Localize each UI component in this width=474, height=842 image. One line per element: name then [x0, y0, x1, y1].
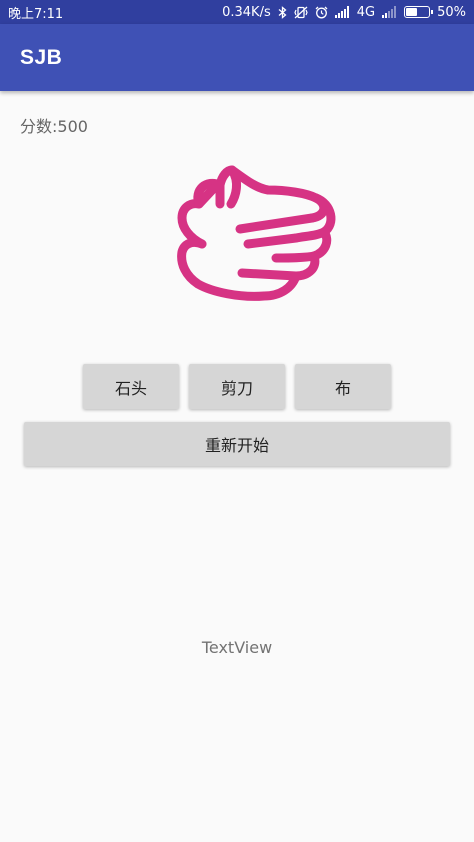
rock-button[interactable]: 石头 — [83, 364, 179, 409]
result-text: TextView — [201, 638, 273, 657]
alarm-icon — [315, 6, 328, 19]
vibrate-icon — [294, 6, 308, 19]
paper-button[interactable]: 布 — [295, 364, 391, 409]
app-bar: SJB — [0, 24, 474, 91]
open-hand-icon — [136, 152, 338, 308]
bluetooth-icon — [278, 5, 287, 19]
score-label: 分数:500 — [20, 117, 88, 136]
battery-nub — [431, 10, 434, 14]
status-icons: 0.34K/s 4G 50% — [222, 5, 466, 20]
signal-icon-1 — [334, 6, 350, 18]
battery-fill — [406, 8, 417, 16]
network-type: 4G — [356, 4, 376, 20]
signal-icon-2 — [382, 6, 397, 18]
restart-button[interactable]: 重新开始 — [24, 422, 450, 466]
scissors-button[interactable]: 剪刀 — [189, 364, 285, 409]
net-speed: 0.34K/s — [222, 4, 271, 20]
status-bar: 晚上7:11 0.34K/s 4G 50% — [0, 0, 474, 24]
status-time: 晚上7:11 — [8, 6, 64, 22]
battery-percent: 50% — [437, 4, 466, 20]
app-title: SJB — [20, 45, 63, 69]
battery-icon — [404, 6, 434, 18]
